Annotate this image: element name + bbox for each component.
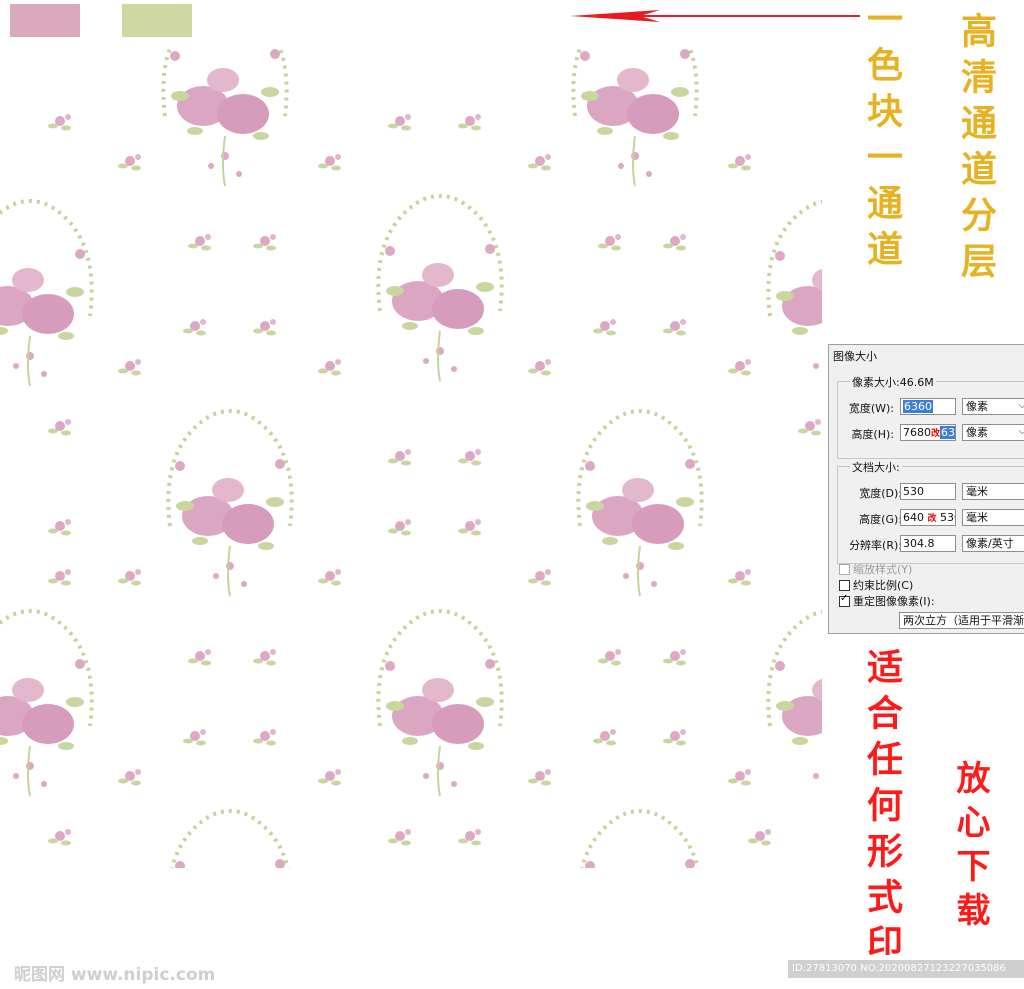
image-size-dialog: 图像大小 像素大小:46.6M 宽度(W): 6360 像素⌵ 高度(H): 7… (828, 344, 1024, 634)
height-label: 高度(H): (851, 428, 894, 441)
nipic-watermark: 昵图网 www.nipic.com (14, 965, 216, 985)
hd-channel-layers-label: 高清通道分层 (955, 12, 997, 288)
checkmark-icon (839, 593, 850, 607)
constrain-proportions-checkbox[interactable]: 约束比例(C) (839, 577, 913, 593)
red-arrow-icon (570, 10, 860, 22)
width-unit-select[interactable]: 像素⌵ (962, 398, 1024, 415)
pixel-dimensions-group: 像素大小:46.6M 宽度(W): 6360 像素⌵ 高度(H): 7680改6… (837, 374, 1024, 459)
document-size-label: 文档大小: (850, 459, 902, 475)
pink-color-swatch (10, 4, 80, 37)
resolution-input[interactable]: 304.8 (900, 535, 956, 552)
safe-download-label: 放心下载 (950, 760, 990, 936)
floral-pattern-image (0, 46, 822, 868)
resolution-unit-select[interactable]: 像素/英寸 (962, 535, 1024, 552)
height-unit-select[interactable]: 像素⌵ (962, 424, 1024, 441)
scale-styles-checkbox[interactable]: 缩放样式(Y) (839, 561, 912, 577)
pixel-dimensions-label: 像素大小:46.6M (850, 374, 936, 390)
any-print-label: 适合任何形式印 (861, 648, 903, 970)
doc-height-unit-select[interactable]: 毫米 (962, 509, 1024, 526)
image-id-bar: ID:27813070 NO:20200827123227035086 (788, 960, 1024, 978)
resample-image-checkbox[interactable]: 重定图像像素(I): (839, 593, 935, 609)
height-input[interactable]: 7680改6360 (900, 424, 956, 441)
doc-width-label: 宽度(D): (859, 487, 902, 500)
doc-width-input[interactable]: 530 (900, 483, 956, 500)
chevron-down-icon: ⌵ (1018, 399, 1024, 413)
width-input[interactable]: 6360 (900, 398, 956, 415)
document-size-group: 文档大小: 宽度(D): 530 毫米 高度(G): 640 改 530 毫米 … (837, 459, 1024, 564)
checkbox-icon (839, 563, 850, 575)
dialog-title: 图像大小 (833, 350, 877, 363)
doc-height-input[interactable]: 640 改 530 (900, 509, 956, 526)
resolution-label: 分辨率(R): (849, 539, 902, 552)
chevron-down-icon: ⌵ (1018, 425, 1024, 439)
checkbox-icon (839, 579, 850, 591)
resample-method-select[interactable]: 两次立方（适用于平滑渐变 (899, 612, 1024, 629)
doc-height-label: 高度(G): (859, 513, 902, 526)
green-color-swatch (122, 4, 192, 37)
doc-width-unit-select[interactable]: 毫米 (962, 483, 1024, 500)
one-color-one-channel-label: 一色块一通道 (861, 0, 903, 276)
width-label: 宽度(W): (848, 402, 894, 415)
